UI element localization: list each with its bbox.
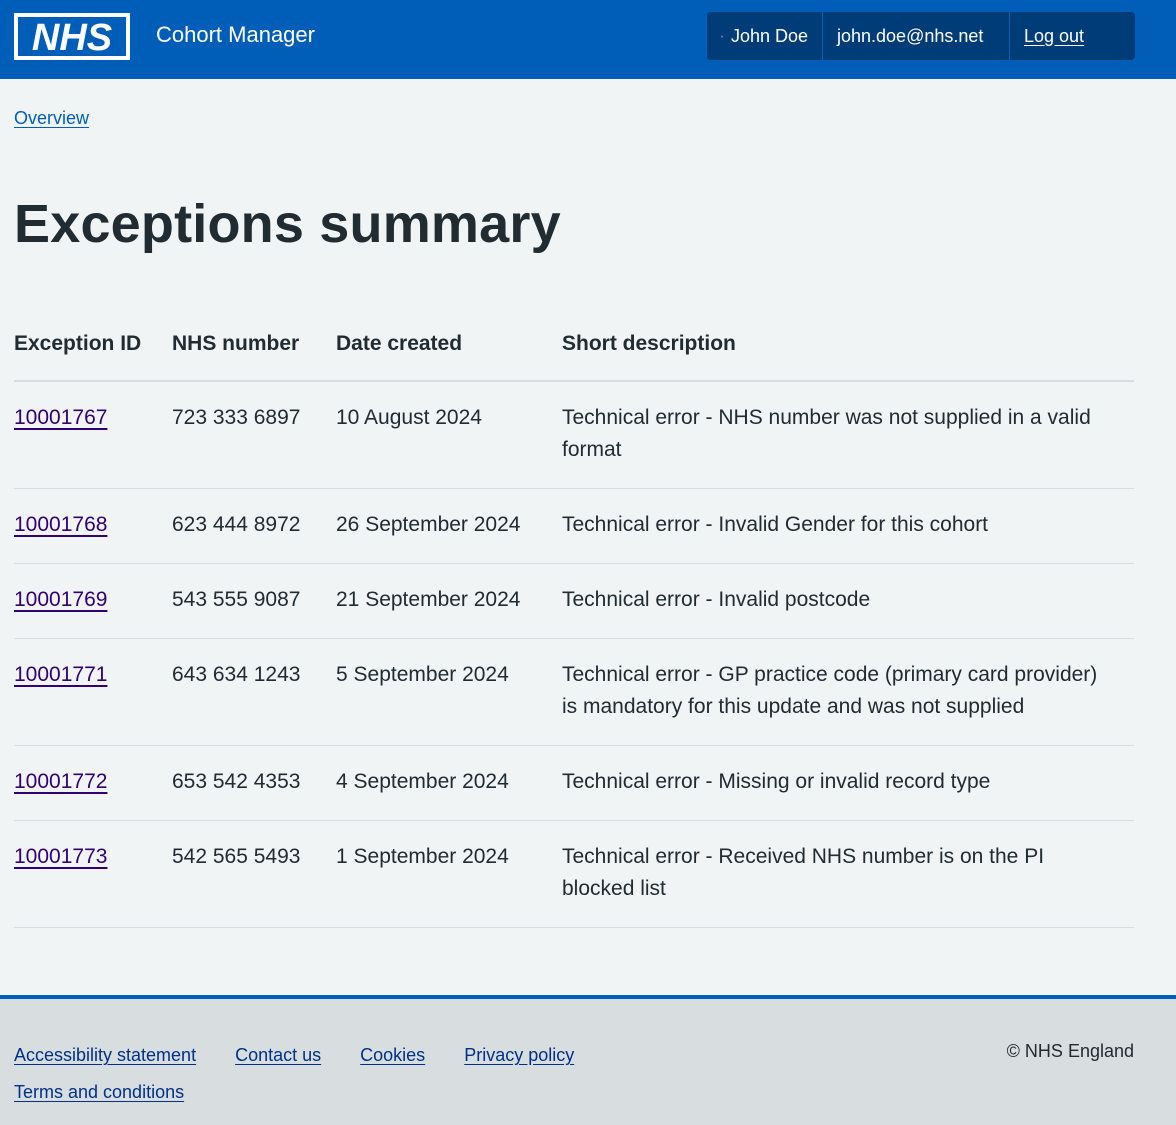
user-circle-icon bbox=[721, 35, 723, 37]
cell-date-created: 21 September 2024 bbox=[336, 563, 562, 639]
logo-text: NHS bbox=[32, 17, 112, 59]
table-head: Exception ID NHS number Date created Sho… bbox=[14, 316, 1134, 382]
cell-exception-id: 10001772 bbox=[14, 745, 172, 821]
cell-nhs-number: 623 444 8972 bbox=[172, 488, 336, 564]
cell-short-description: Technical error - Missing or invalid rec… bbox=[562, 745, 1134, 821]
header-nhs-number: NHS number bbox=[172, 316, 336, 382]
exception-id-link[interactable]: 10001772 bbox=[14, 770, 107, 793]
footer-links: Accessibility statement Contact us Cooki… bbox=[14, 1037, 654, 1111]
footer-link-cookies[interactable]: Cookies bbox=[360, 1045, 425, 1065]
cell-exception-id: 10001767 bbox=[14, 381, 172, 489]
table-body: 10001767 723 333 6897 10 August 2024 Tec… bbox=[14, 381, 1134, 928]
cell-exception-id: 10001769 bbox=[14, 563, 172, 639]
footer-link-accessibility[interactable]: Accessibility statement bbox=[14, 1045, 196, 1065]
cell-nhs-number: 723 333 6897 bbox=[172, 381, 336, 489]
exception-id-link[interactable]: 10001768 bbox=[14, 513, 107, 536]
cell-exception-id: 10001773 bbox=[14, 820, 172, 928]
service-name[interactable]: Cohort Manager bbox=[156, 21, 315, 49]
cell-date-created: 5 September 2024 bbox=[336, 638, 562, 746]
cell-short-description: Technical error - Invalid Gender for thi… bbox=[562, 488, 1134, 564]
table-row: 10001767 723 333 6897 10 August 2024 Tec… bbox=[14, 381, 1134, 489]
cell-date-created: 26 September 2024 bbox=[336, 488, 562, 564]
cell-nhs-number: 643 634 1243 bbox=[172, 638, 336, 746]
nhs-logo-icon: NHS bbox=[14, 13, 130, 60]
header-exception-id: Exception ID bbox=[14, 316, 172, 382]
copyright: © NHS England bbox=[1006, 1041, 1134, 1061]
table-row: 10001773 542 565 5493 1 September 2024 T… bbox=[14, 820, 1134, 928]
exception-id-link[interactable]: 10001773 bbox=[14, 845, 107, 868]
exception-id-link[interactable]: 10001771 bbox=[14, 663, 107, 686]
account-menu: John Doe john.doe@nhs.net Log out bbox=[707, 12, 1135, 60]
cell-short-description: Technical error - GP practice code (prim… bbox=[562, 638, 1134, 746]
table-header-row: Exception ID NHS number Date created Sho… bbox=[14, 316, 1134, 382]
page-title: Exceptions summary bbox=[14, 194, 561, 254]
account-user: John Doe bbox=[707, 12, 822, 60]
cell-date-created: 4 September 2024 bbox=[336, 745, 562, 821]
exception-id-link[interactable]: 10001767 bbox=[14, 406, 107, 429]
logout-link[interactable]: Log out bbox=[1009, 12, 1135, 60]
cell-date-created: 10 August 2024 bbox=[336, 381, 562, 489]
cell-nhs-number: 653 542 4353 bbox=[172, 745, 336, 821]
table-row: 10001768 623 444 8972 26 September 2024 … bbox=[14, 488, 1134, 564]
cell-exception-id: 10001768 bbox=[14, 488, 172, 564]
table-row: 10001771 643 634 1243 5 September 2024 T… bbox=[14, 638, 1134, 746]
cell-exception-id: 10001771 bbox=[14, 638, 172, 746]
user-name: John Doe bbox=[730, 25, 808, 46]
footer-link-terms[interactable]: Terms and conditions bbox=[14, 1082, 184, 1102]
exceptions-table: Exception ID NHS number Date created Sho… bbox=[14, 316, 1134, 928]
account-email: john.doe@nhs.net bbox=[822, 12, 1009, 60]
table-row: 10001772 653 542 4353 4 September 2024 T… bbox=[14, 745, 1134, 821]
nhs-logo[interactable]: NHS bbox=[14, 13, 130, 60]
cell-nhs-number: 543 555 9087 bbox=[172, 563, 336, 639]
footer-link-contact[interactable]: Contact us bbox=[235, 1045, 321, 1065]
exception-id-link[interactable]: 10001769 bbox=[14, 588, 107, 611]
cell-date-created: 1 September 2024 bbox=[336, 820, 562, 928]
cell-short-description: Technical error - Received NHS number is… bbox=[562, 820, 1134, 928]
cell-short-description: Technical error - NHS number was not sup… bbox=[562, 381, 1134, 489]
site-footer: Accessibility statement Contact us Cooki… bbox=[0, 995, 1176, 1125]
site-header: NHS Cohort Manager John Doe john.doe@nhs… bbox=[0, 0, 1176, 79]
breadcrumb-overview-link[interactable]: Overview bbox=[14, 108, 89, 129]
cell-nhs-number: 542 565 5493 bbox=[172, 820, 336, 928]
table-row: 10001769 543 555 9087 21 September 2024 … bbox=[14, 563, 1134, 639]
cell-short-description: Technical error - Invalid postcode bbox=[562, 563, 1134, 639]
header-date-created: Date created bbox=[336, 316, 562, 382]
footer-link-privacy[interactable]: Privacy policy bbox=[464, 1045, 574, 1065]
header-short-description: Short description bbox=[562, 316, 1134, 382]
